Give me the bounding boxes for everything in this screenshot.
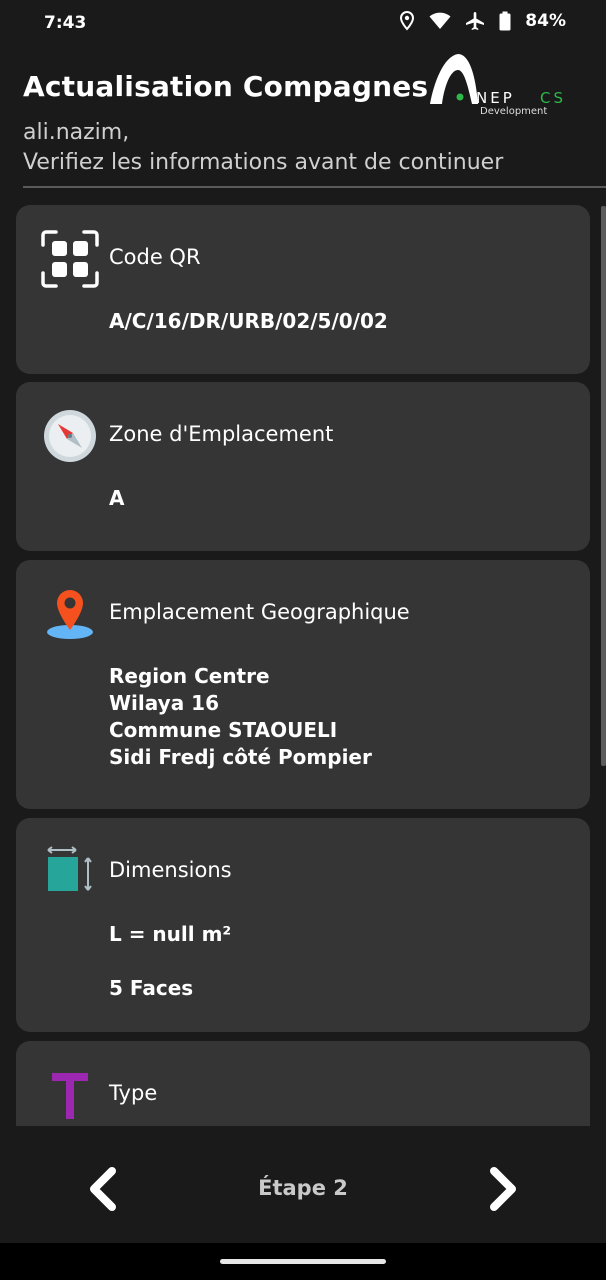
home-gesture-handle[interactable] xyxy=(220,1259,386,1264)
zone-value: A xyxy=(109,486,125,510)
battery-percentage: 84% xyxy=(525,11,566,31)
location-wilaya: Wilaya 16 xyxy=(109,691,219,715)
dimensions-icon xyxy=(40,842,100,902)
location-address: Sidi Fredj côté Pompier xyxy=(109,745,372,769)
location-label: Emplacement Geographique xyxy=(109,600,410,624)
next-step-button[interactable] xyxy=(479,1164,529,1214)
zone-card: Zone d'Emplacement A xyxy=(16,382,590,551)
status-icons: 84% xyxy=(399,11,566,31)
location-region: Region Centre xyxy=(109,664,270,688)
zone-label: Zone d'Emplacement xyxy=(109,422,334,446)
gesture-bar xyxy=(0,1243,606,1280)
step-navigation: Étape 2 xyxy=(0,1126,606,1243)
status-time: 7:43 xyxy=(44,13,87,33)
location-icon xyxy=(400,11,415,31)
svg-text:CS: CS xyxy=(540,89,566,107)
status-bar: 7:43 84% xyxy=(0,0,606,48)
location-card: Emplacement Geographique Region Centre W… xyxy=(16,560,590,809)
location-commune: Commune STAOUELI xyxy=(109,718,338,742)
dimensions-faces: 5 Faces xyxy=(109,976,194,1000)
svg-text:NEP: NEP xyxy=(476,89,515,107)
scrollbar[interactable] xyxy=(601,206,606,766)
header-divider xyxy=(23,186,606,188)
instruction-text: Verifiez les informations avant de conti… xyxy=(23,150,504,175)
airplane-icon xyxy=(466,12,485,30)
logo-subtitle: Development xyxy=(480,106,548,117)
type-icon xyxy=(40,1065,100,1125)
map-pin-icon xyxy=(40,584,100,644)
qr-code-card: Code QR A/C/16/DR/URB/02/5/0/02 xyxy=(16,205,590,374)
details-scroll-area[interactable]: Code QR A/C/16/DR/URB/02/5/0/02 Zone d'E… xyxy=(0,196,606,1126)
chevron-right-icon xyxy=(490,1167,516,1211)
battery-icon xyxy=(499,11,511,31)
qr-code-label: Code QR xyxy=(109,245,201,269)
username: ali.nazim, xyxy=(23,120,130,145)
type-card: Type xyxy=(16,1041,590,1126)
compass-icon xyxy=(40,406,100,466)
dimensions-card: Dimensions L = null m² 5 Faces xyxy=(16,818,590,1032)
dimensions-label: Dimensions xyxy=(109,858,232,882)
wifi-icon xyxy=(429,12,451,29)
page-title: Actualisation Compagnes xyxy=(23,70,429,103)
dimensions-area: L = null m² xyxy=(109,922,232,946)
qr-code-value: A/C/16/DR/URB/02/5/0/02 xyxy=(109,309,388,333)
qr-code-icon xyxy=(40,229,100,289)
type-label: Type xyxy=(109,1081,158,1105)
